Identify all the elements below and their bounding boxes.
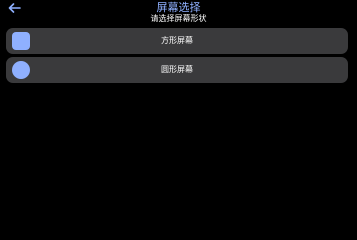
square-screen-label: 方形屏幕 xyxy=(161,36,193,45)
round-screen-option[interactable]: 圆形屏幕 xyxy=(6,57,348,83)
screen-selection-page: 屏幕选择 请选择屏幕形状 方形屏幕 圆形屏幕 xyxy=(0,0,357,202)
page-subtitle: 请选择屏幕形状 xyxy=(150,14,207,23)
round-screen-label: 圆形屏幕 xyxy=(161,65,193,74)
square-screen-option[interactable]: 方形屏幕 xyxy=(6,28,348,54)
